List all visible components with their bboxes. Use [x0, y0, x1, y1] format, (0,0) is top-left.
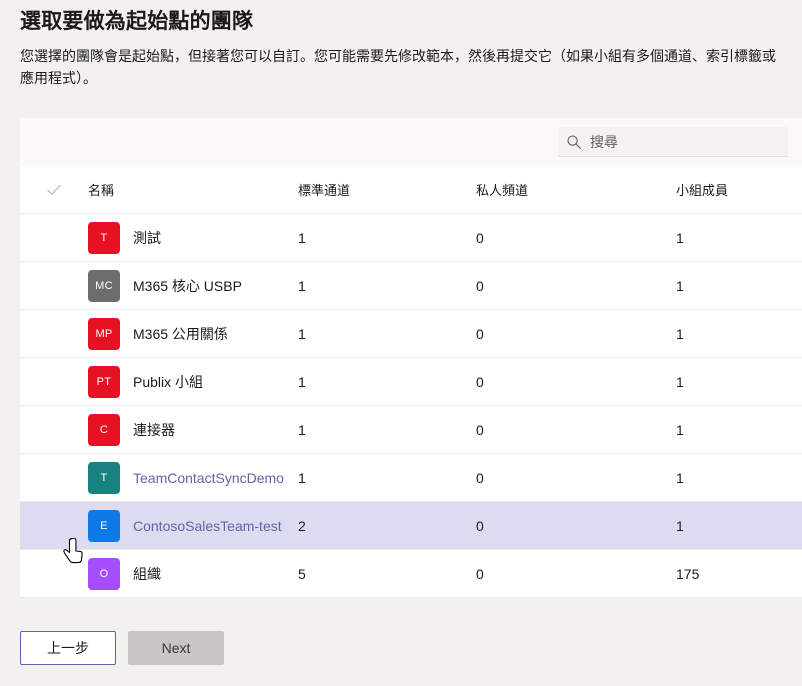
back-button[interactable]: 上一步	[20, 631, 116, 665]
grid-body: T 測試 1 0 1 MC M365 核心 USBP 1 0 1 MP M365 公用關係 1 0 1 PT P…	[20, 214, 802, 598]
checkmark-icon	[45, 181, 63, 199]
table-row[interactable]: MC M365 核心 USBP 1 0 1	[20, 262, 802, 310]
avatar: E	[88, 509, 120, 542]
cell-team-name: O 組織	[88, 557, 298, 590]
search-input[interactable]	[590, 134, 780, 150]
page-header: 選取要做為起始點的團隊 您選擇的團隊會是起始點，但接著您可以自訂。您可能需要先修…	[0, 0, 802, 89]
cell-team-name: PT Publix 小組	[88, 365, 298, 398]
cell-members: 1	[676, 517, 684, 534]
table-toolbar	[20, 118, 802, 166]
cell-team-name: MP M365 公用關係	[88, 317, 298, 350]
cell-members: 1	[676, 229, 684, 246]
cell-standard-channels: 5	[298, 565, 306, 582]
cell-private-channels: 0	[476, 229, 484, 246]
team-name-label: M365 公用關係	[133, 325, 228, 342]
cell-team-name: T TeamContactSyncDemo	[88, 461, 298, 494]
team-name-label: 連接器	[133, 421, 175, 438]
cell-standard-channels: 1	[298, 325, 306, 342]
table-row[interactable]: E ContosoSalesTeam-test 2 0 1	[20, 502, 802, 563]
avatar: MC	[88, 269, 120, 302]
column-header-private-channels[interactable]: 私人頻道	[476, 180, 676, 199]
cell-team-name: E ContosoSalesTeam-test	[88, 509, 298, 542]
team-name-label: 測試	[133, 229, 161, 246]
select-all-header[interactable]	[20, 181, 88, 199]
avatar: MP	[88, 317, 120, 350]
cell-private-channels: 0	[476, 421, 484, 438]
avatar: PT	[88, 365, 120, 398]
cell-standard-channels: 1	[298, 229, 306, 246]
table-row[interactable]: MP M365 公用關係 1 0 1	[20, 310, 802, 358]
search-icon	[566, 134, 582, 150]
cell-private-channels: 0	[476, 469, 484, 486]
page-title: 選取要做為起始點的團隊	[20, 10, 254, 33]
cell-standard-channels: 1	[298, 469, 306, 486]
page-description: 您選擇的團隊會是起始點，但接著您可以自訂。您可能需要先修改範本，然後再提交它（如…	[20, 48, 776, 86]
wizard-footer: 上一步 Next	[20, 631, 224, 665]
team-name-link[interactable]: TeamContactSyncDemo	[133, 470, 284, 486]
table-row[interactable]: T TeamContactSyncDemo 1 0 1	[20, 454, 802, 502]
cell-standard-channels: 2	[298, 517, 306, 534]
cell-private-channels: 0	[476, 517, 484, 534]
column-header-members[interactable]: 小組成員	[676, 180, 802, 199]
cell-private-channels: 0	[476, 373, 484, 390]
cell-members: 1	[676, 325, 684, 342]
cell-standard-channels: 1	[298, 421, 306, 438]
cell-standard-channels: 1	[298, 373, 306, 390]
table-row[interactable]: C 連接器 1 0 1	[20, 406, 802, 454]
cell-private-channels: 0	[476, 325, 484, 342]
avatar: C	[88, 413, 120, 446]
team-name-label: 組織	[133, 565, 161, 582]
column-header-name[interactable]: 名稱	[88, 180, 298, 199]
avatar: T	[88, 221, 120, 254]
cell-members: 1	[676, 421, 684, 438]
cell-team-name: T 測試	[88, 221, 298, 254]
column-header-standard-channels[interactable]: 標準通道	[298, 180, 476, 199]
teams-grid: 名稱 標準通道 私人頻道 小組成員 T 測試 1 0 1 MC M365 核心 USBP 1 0…	[20, 166, 802, 598]
cell-team-name: C 連接器	[88, 413, 298, 446]
cell-standard-channels: 1	[298, 277, 306, 294]
cell-members: 1	[676, 373, 684, 390]
search-box[interactable]	[558, 127, 788, 157]
avatar: O	[88, 557, 120, 590]
table-row[interactable]: O 組織 5 0 175	[20, 550, 802, 598]
next-button: Next	[128, 631, 224, 665]
cell-team-name: MC M365 核心 USBP	[88, 269, 298, 302]
teams-table-card: 名稱 標準通道 私人頻道 小組成員 T 測試 1 0 1 MC M365 核心 USBP 1 0…	[20, 118, 802, 598]
team-name-link[interactable]: ContosoSalesTeam-test	[133, 518, 282, 534]
team-name-label: Publix 小組	[133, 373, 204, 390]
cell-members: 1	[676, 469, 684, 486]
cell-members: 1	[676, 277, 684, 294]
cell-private-channels: 0	[476, 277, 484, 294]
table-row[interactable]: T 測試 1 0 1	[20, 214, 802, 262]
team-name-label: M365 核心 USBP	[133, 277, 242, 294]
grid-header-row: 名稱 標準通道 私人頻道 小組成員	[20, 166, 802, 214]
avatar: T	[88, 461, 120, 494]
table-row[interactable]: PT Publix 小組 1 0 1	[20, 358, 802, 406]
cell-members: 175	[676, 565, 700, 582]
cell-private-channels: 0	[476, 565, 484, 582]
